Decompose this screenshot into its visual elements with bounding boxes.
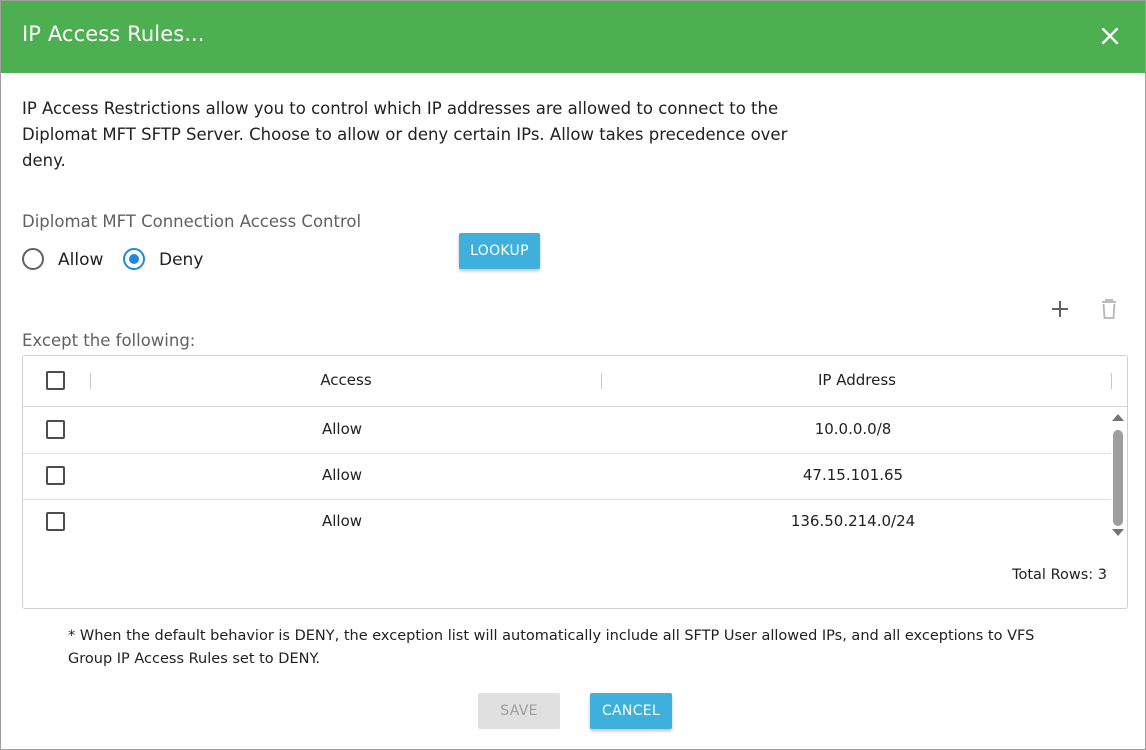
description-text: IP Access Restrictions allow you to cont… [22,99,788,170]
table-row[interactable]: Allow 10.0.0.0/8 [23,407,1111,454]
scroll-up-arrow-icon[interactable] [1110,411,1126,423]
close-icon[interactable] [1099,25,1121,47]
except-label: Except the following: [22,331,196,350]
save-button[interactable]: SAVE [478,693,560,729]
ip-address-cell: 10.0.0.0/8 [814,420,892,438]
grid-header: Access IP Address [23,356,1127,407]
row-checkbox[interactable] [46,420,65,439]
scrollbar-thumb[interactable] [1113,430,1123,526]
deny-radio-label[interactable]: Deny [159,248,203,272]
cancel-button[interactable]: CANCEL [590,693,672,729]
column-header-ip-address[interactable]: IP Address [602,371,1112,389]
plus-icon[interactable] [1048,297,1072,321]
ip-address-cell: 47.15.101.65 [802,466,904,484]
access-control-label: Diplomat MFT Connection Access Control [22,212,362,231]
row-checkbox[interactable] [46,512,65,531]
allow-radio[interactable] [22,248,44,270]
footnote-text: * When the default behavior is DENY, the… [68,628,1035,667]
access-cell: Allow [321,512,363,530]
table-row[interactable]: Allow 47.15.101.65 [23,453,1111,500]
exceptions-grid: Access IP Address Allow 10.0.0.0/8 Allow… [22,355,1128,609]
dialog-title: IP Access Rules... [22,22,205,46]
column-separator[interactable] [1111,373,1112,389]
trash-icon[interactable] [1097,297,1121,321]
ip-address-cell: 136.50.214.0/24 [790,512,916,530]
access-cell: Allow [321,466,363,484]
column-header-access[interactable]: Access [91,371,601,389]
ip-access-rules-dialog: IP Access Rules... IP Access Restriction… [0,0,1146,750]
lookup-button[interactable]: LOOKUP [459,233,540,269]
scroll-down-arrow-icon[interactable] [1110,527,1126,539]
allow-radio-label[interactable]: Allow [58,248,103,272]
deny-radio[interactable] [123,248,145,270]
access-cell: Allow [321,420,363,438]
row-checkbox[interactable] [46,466,65,485]
table-row[interactable]: Allow 136.50.214.0/24 [23,499,1111,545]
total-rows-text: Total Rows: 3 [1012,567,1107,583]
select-all-checkbox[interactable] [46,371,65,390]
dialog-header: IP Access Rules... [1,1,1145,73]
